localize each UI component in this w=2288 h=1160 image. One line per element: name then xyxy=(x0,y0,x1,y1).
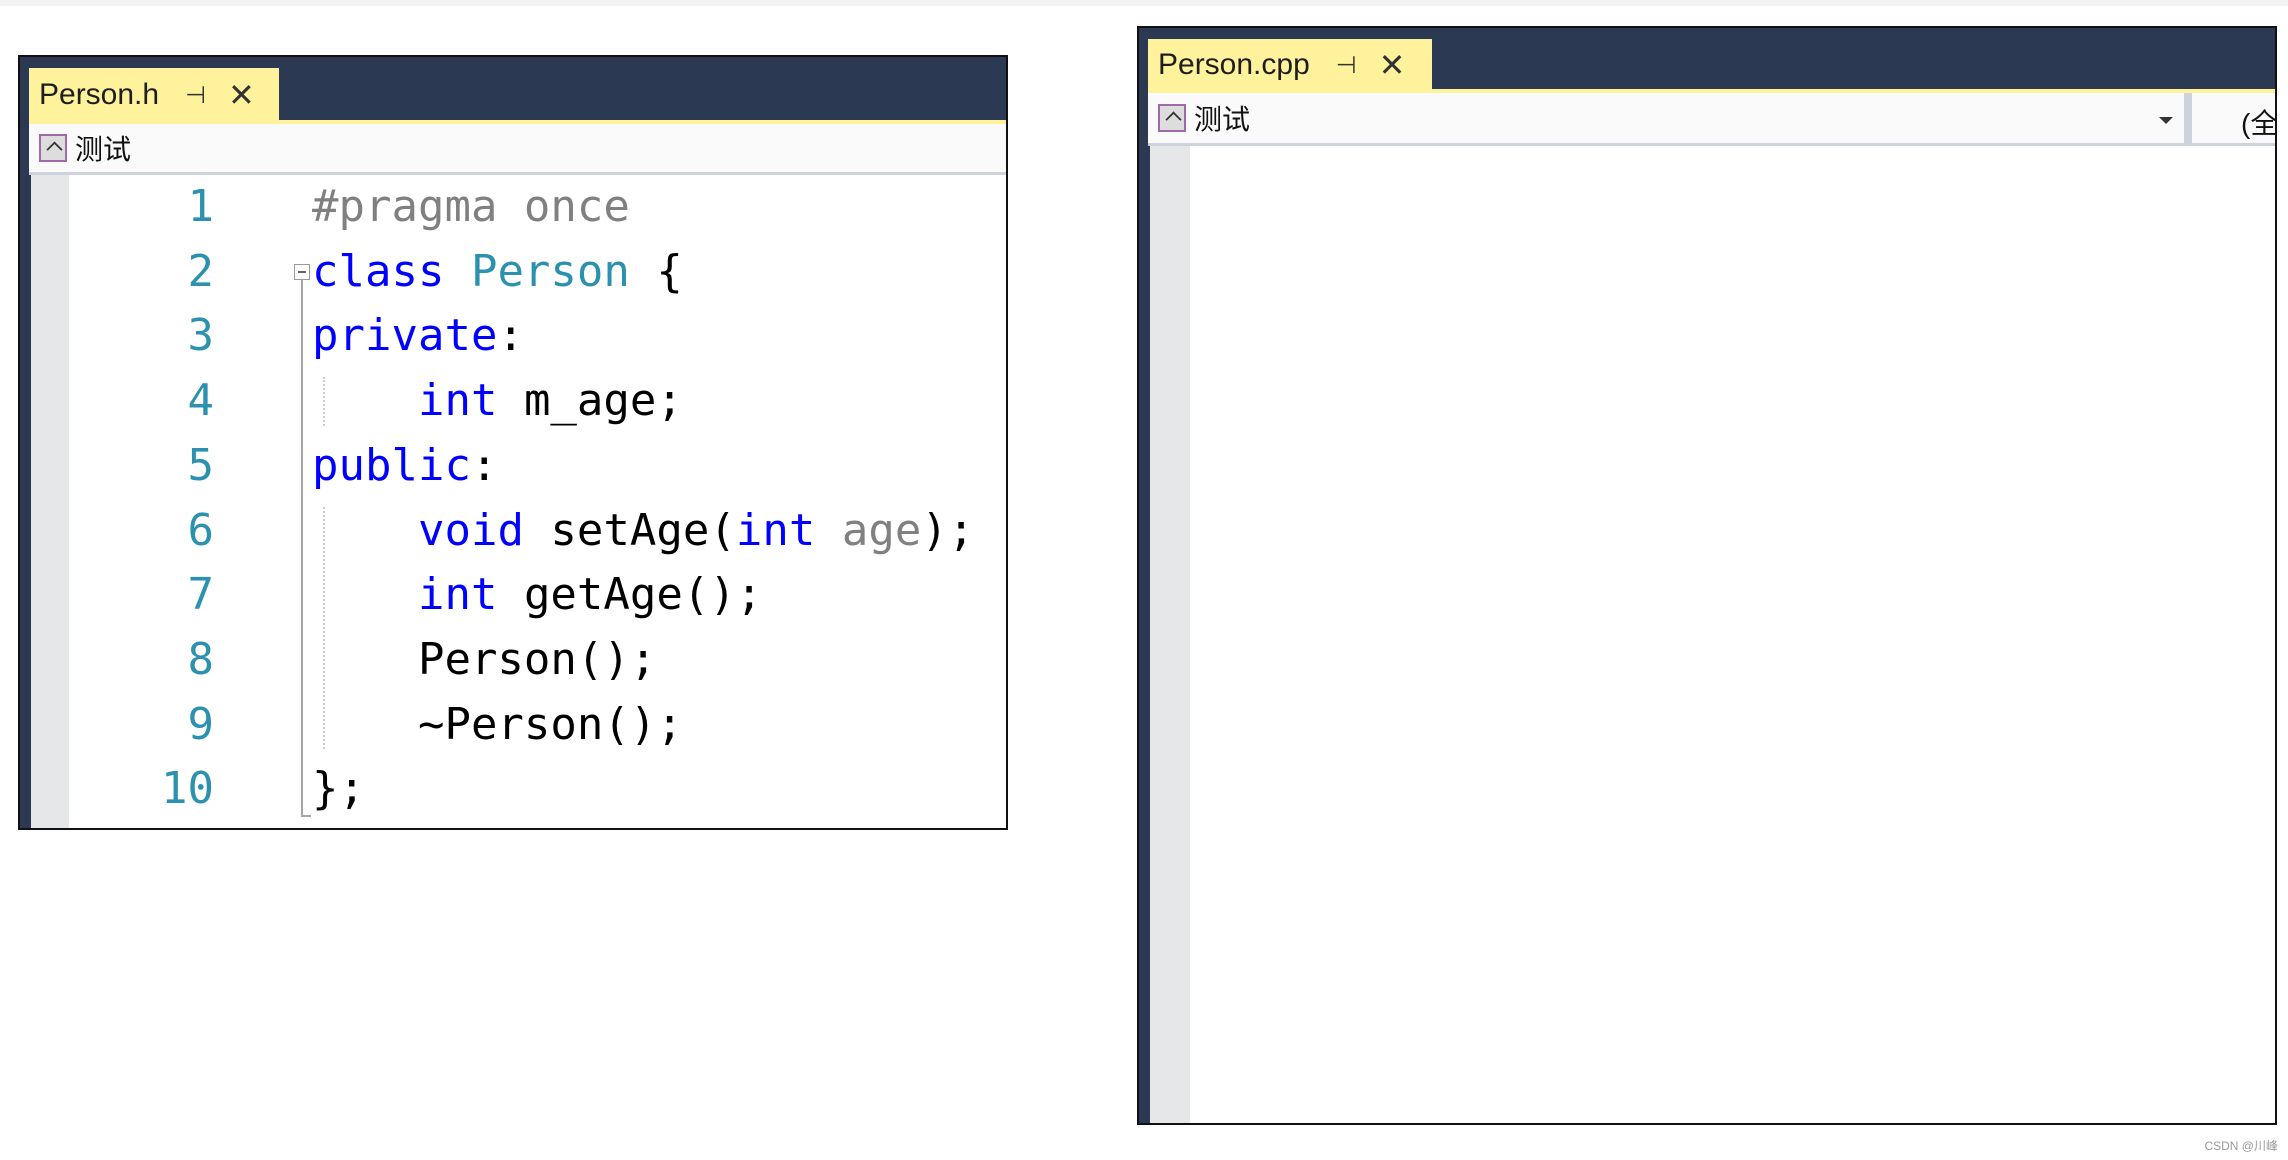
margin-gutter xyxy=(31,175,69,828)
close-icon[interactable]: ✕ xyxy=(228,76,255,114)
line-number: 14 xyxy=(2210,987,2275,1052)
close-icon[interactable]: ✕ xyxy=(1379,46,1406,84)
code-token: void xyxy=(417,504,524,556)
code-line: int m_age; xyxy=(312,369,683,434)
line-number: 6 xyxy=(187,504,215,556)
line-number: 8 xyxy=(2210,599,2275,664)
code-token: }; xyxy=(312,763,365,815)
code-line: #pragma once xyxy=(312,175,630,240)
scope-dropdown[interactable]: (全 xyxy=(2241,102,2275,142)
code-token: ); xyxy=(921,504,975,556)
code-token: setAge( xyxy=(523,504,736,556)
code-line: int getAge(); xyxy=(312,563,762,628)
code-line: ~Person(); xyxy=(312,693,683,758)
editor-window-person-cpp: Person.cpp ⊣ ✕ 测试 (全 1#include "Person.h… xyxy=(1137,26,2277,1125)
code-token: int xyxy=(417,569,498,621)
line-number: 7 xyxy=(2210,534,2275,599)
code-token: Person xyxy=(470,245,630,297)
code-token: int xyxy=(417,375,498,427)
pin-icon[interactable]: ⊣ xyxy=(1336,51,1357,80)
indent-guide xyxy=(323,377,325,426)
code-token: m_age; xyxy=(497,375,683,427)
margin-gutter xyxy=(1150,146,1190,1123)
line-number: 1 xyxy=(187,181,215,232)
code-token: public xyxy=(312,439,471,491)
code-editor[interactable]: 1#include "Person.h"23Person::Person() {… xyxy=(1150,146,2275,1123)
navigation-bar[interactable]: 测试 (全 xyxy=(1148,93,2275,146)
watermark: CSDN @川峰 xyxy=(2204,1139,2278,1153)
project-dropdown[interactable]: 测试 xyxy=(1194,98,1250,138)
outline-line xyxy=(301,280,303,818)
tab-label: Person.h xyxy=(39,78,160,111)
line-number: 6 xyxy=(2210,470,2275,535)
code-line: class Person { xyxy=(312,240,683,305)
code-token: ~Person(); xyxy=(312,698,683,750)
code-line: Person(); xyxy=(312,628,656,693)
code-token: getAge(); xyxy=(497,569,763,621)
code-token: int xyxy=(735,504,816,556)
code-token: #pragma once xyxy=(312,181,630,232)
code-line: void setAge(int age); xyxy=(312,499,974,564)
tab-person-h[interactable]: Person.h ⊣ ✕ xyxy=(29,68,279,122)
editor-window-person-h: Person.h ⊣ ✕ 测试 1 #pragma once 2 class Pers… xyxy=(18,55,1008,830)
line-number: 13 xyxy=(2210,922,2275,987)
line-number: 15 xyxy=(2210,1052,2275,1117)
line-number: 3 xyxy=(2210,275,2275,340)
line-number: 3 xyxy=(187,310,215,362)
code-token: age xyxy=(841,504,922,556)
tab-label: Person.cpp xyxy=(1158,48,1310,81)
code-token: : xyxy=(470,439,498,491)
code-line: public: xyxy=(312,434,497,499)
chevron-down-icon[interactable] xyxy=(2159,117,2173,124)
code-token: Person(); xyxy=(312,633,657,685)
code-editor[interactable]: 1 #pragma once 2 class Person {3 private: 4 i… xyxy=(31,175,1006,828)
code-token: { xyxy=(629,245,683,297)
collapse-icon[interactable] xyxy=(294,264,310,281)
line-number: 7 xyxy=(187,569,215,621)
indent-guide xyxy=(323,506,325,750)
tab-person-cpp[interactable]: Person.cpp ⊣ ✕ xyxy=(1148,39,1432,91)
line-number: 5 xyxy=(2210,405,2275,470)
line-number: 10 xyxy=(161,763,214,815)
line-number: 1 xyxy=(2210,146,2275,211)
code-token: private xyxy=(312,310,498,362)
code-token: : xyxy=(497,310,524,362)
line-number: 2 xyxy=(2210,211,2275,276)
line-number: 2 xyxy=(187,245,215,297)
pin-icon[interactable]: ⊣ xyxy=(185,81,206,110)
top-border xyxy=(0,0,2288,6)
project-icon xyxy=(39,134,67,162)
outline-end xyxy=(301,815,311,818)
line-number: 9 xyxy=(2210,664,2275,729)
project-dropdown[interactable]: 测试 xyxy=(75,128,131,168)
code-token: class xyxy=(312,245,445,297)
line-number: 4 xyxy=(187,375,215,427)
line-number: 8 xyxy=(187,633,215,685)
navigation-bar[interactable]: 测试 xyxy=(29,124,1006,175)
line-number: 11 xyxy=(2210,793,2275,858)
project-icon xyxy=(1158,104,1186,132)
code-line: }; xyxy=(312,757,365,822)
line-number: 10 xyxy=(2210,728,2275,793)
line-number: 9 xyxy=(187,698,215,750)
line-number: 12 xyxy=(2210,858,2275,923)
toolbar-separator xyxy=(2184,93,2192,143)
line-number: 4 xyxy=(2210,340,2275,405)
line-number: 5 xyxy=(187,439,215,491)
code-line: private: xyxy=(312,304,524,369)
